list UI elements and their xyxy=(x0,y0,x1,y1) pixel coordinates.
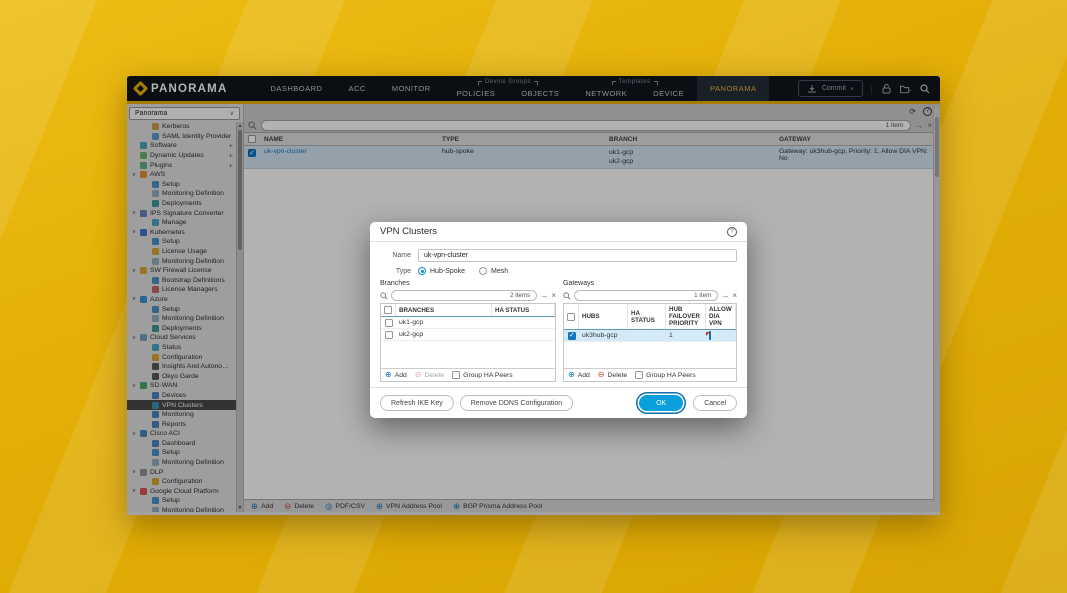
radio-icon[interactable] xyxy=(479,267,487,275)
group-ha-checkbox[interactable] xyxy=(635,371,643,379)
dialog-help-icon[interactable]: ? xyxy=(727,227,737,237)
apply-filter-icon[interactable]: → xyxy=(721,291,729,300)
apply-filter-icon[interactable]: → xyxy=(540,291,548,300)
delete-icon: ⊖ xyxy=(598,371,605,379)
name-input[interactable]: uk-vpn-cluster xyxy=(418,249,737,262)
branch-name: uk1-gcp xyxy=(396,319,492,326)
gateways-table: HUBS HA STATUS HUB FAILOVER PRIORITY ALL… xyxy=(563,303,737,382)
type-radio-option[interactable]: Hub-Spoke xyxy=(418,267,465,275)
clear-filter-icon[interactable]: × xyxy=(732,291,737,300)
select-all-checkbox[interactable] xyxy=(567,313,575,321)
hub-failover-priority: 1 xyxy=(666,332,706,339)
add-icon: ⊕ xyxy=(385,371,392,379)
group-ha-checkbox[interactable] xyxy=(452,371,460,379)
branches-add-button[interactable]: ⊕ Add xyxy=(385,371,407,379)
gateways-count: 1 item xyxy=(694,292,711,299)
col-branches[interactable]: BRANCHES xyxy=(396,304,492,316)
delete-icon: ⊖ xyxy=(415,371,422,379)
search-icon xyxy=(563,292,571,300)
dialog-footer: Refresh IKE Key Remove DDNS Configuratio… xyxy=(370,387,747,418)
name-label: Name xyxy=(380,252,418,259)
ok-button[interactable]: OK xyxy=(639,395,683,411)
type-radio-group: Hub-Spoke Mesh xyxy=(418,267,508,275)
type-label: Type xyxy=(380,268,418,275)
row-checkbox[interactable] xyxy=(385,331,393,339)
refresh-ike-key-button[interactable]: Refresh IKE Key xyxy=(380,395,454,411)
allow-dia-vpn-cell xyxy=(706,332,736,339)
hub-name: uk3hub-gcp xyxy=(579,332,628,339)
branches-table: BRANCHES HA STATUS uk1-gcp xyxy=(380,303,556,382)
row-checkbox[interactable] xyxy=(568,332,576,340)
gateways-section: Gateways 1 item → × HUBS HA STATUS HUB F… xyxy=(563,280,737,382)
radio-label: Hub-Spoke xyxy=(430,268,465,275)
branches-section: Branches 2 items → × BRANCHES HA STATUS xyxy=(380,280,556,382)
col-allow-dia-vpn[interactable]: ALLOW DIA VPN xyxy=(706,304,736,329)
cancel-button[interactable]: Cancel xyxy=(693,395,737,411)
add-icon: ⊕ xyxy=(568,371,575,379)
branches-group-ha-peers[interactable]: Group HA Peers xyxy=(452,371,513,379)
gateway-row[interactable]: uk3hub-gcp 1 xyxy=(564,330,736,342)
radio-icon[interactable] xyxy=(418,267,426,275)
dialog-title-bar: VPN Clusters ? xyxy=(370,222,747,242)
select-all-checkbox[interactable] xyxy=(384,306,392,314)
search-icon xyxy=(380,292,388,300)
col-ha-status[interactable]: HA STATUS xyxy=(628,304,666,329)
branches-delete-button[interactable]: ⊖ Delete xyxy=(415,371,444,379)
branch-row[interactable]: uk1-gcp xyxy=(381,317,555,329)
remove-ddns-button[interactable]: Remove DDNS Configuration xyxy=(460,395,573,411)
radio-label: Mesh xyxy=(491,268,508,275)
branches-section-label: Branches xyxy=(380,280,556,287)
col-hubs[interactable]: HUBS xyxy=(579,304,628,329)
gateways-add-button[interactable]: ⊕ Add xyxy=(568,371,590,379)
clear-filter-icon[interactable]: × xyxy=(551,291,556,300)
gateways-group-ha-peers[interactable]: Group HA Peers xyxy=(635,371,696,379)
branches-count: 2 items xyxy=(510,292,530,299)
col-ha-status[interactable]: HA STATUS xyxy=(492,304,555,316)
allow-dia-vpn-checkbox[interactable] xyxy=(709,331,711,340)
col-hub-failover-priority[interactable]: HUB FAILOVER PRIORITY xyxy=(666,304,706,329)
gateways-delete-button[interactable]: ⊖ Delete xyxy=(598,371,627,379)
branch-row[interactable]: uk2-gcp xyxy=(381,329,555,341)
vpn-clusters-dialog: VPN Clusters ? Name uk-vpn-cluster Type … xyxy=(370,222,747,418)
row-checkbox[interactable] xyxy=(385,319,393,327)
gateways-section-label: Gateways xyxy=(563,280,737,287)
gateways-search-input[interactable]: 1 item xyxy=(574,290,718,301)
branches-search-input[interactable]: 2 items xyxy=(391,290,537,301)
branch-name: uk2-gcp xyxy=(396,331,492,338)
type-radio-option[interactable]: Mesh xyxy=(479,267,508,275)
dialog-title: VPN Clusters xyxy=(380,226,437,237)
